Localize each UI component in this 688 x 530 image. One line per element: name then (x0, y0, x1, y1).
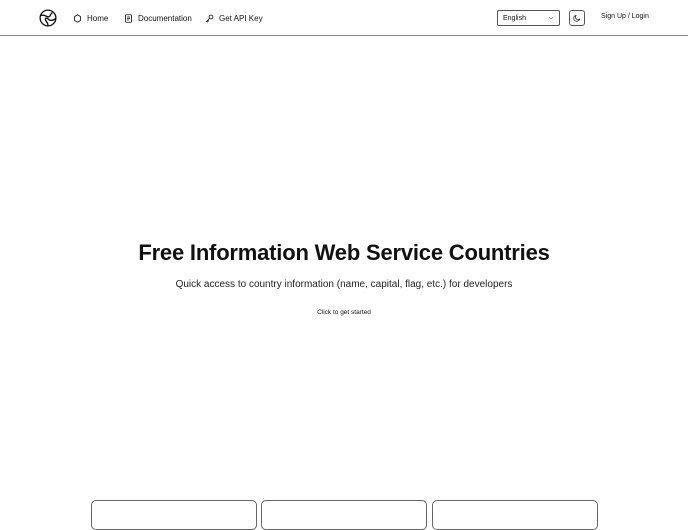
nav-home-link[interactable]: Home (73, 11, 108, 25)
feature-card[interactable] (432, 500, 598, 530)
language-select[interactable]: English (497, 10, 560, 26)
top-navigation-bar: Home Documentation Get API Key English S… (0, 0, 688, 36)
nav-api-key-link[interactable]: Get API Key (205, 11, 263, 25)
language-selected-value: English (503, 14, 526, 22)
nav-home-label: Home (87, 13, 109, 23)
moon-icon (573, 14, 581, 22)
nav-documentation-link[interactable]: Documentation (124, 11, 192, 25)
nav-api-key-label: Get API Key (219, 13, 263, 23)
hero-title: Free Information Web Service Countries (138, 240, 550, 265)
document-icon (125, 13, 132, 23)
key-icon (205, 14, 214, 22)
get-started-container: Click to get started (0, 309, 688, 316)
get-started-link[interactable]: Click to get started (317, 309, 371, 316)
feature-card[interactable] (91, 500, 257, 530)
home-icon (74, 13, 81, 23)
globe-icon[interactable] (39, 9, 57, 27)
nav-documentation-label: Documentation (138, 13, 192, 23)
sign-up-login-link[interactable]: Sign Up / Login (601, 13, 649, 20)
feature-card[interactable] (261, 500, 427, 530)
chevron-down-icon (548, 16, 554, 20)
theme-toggle-button[interactable] (569, 10, 585, 26)
hero-subtitle: Quick access to country information (nam… (175, 279, 513, 290)
